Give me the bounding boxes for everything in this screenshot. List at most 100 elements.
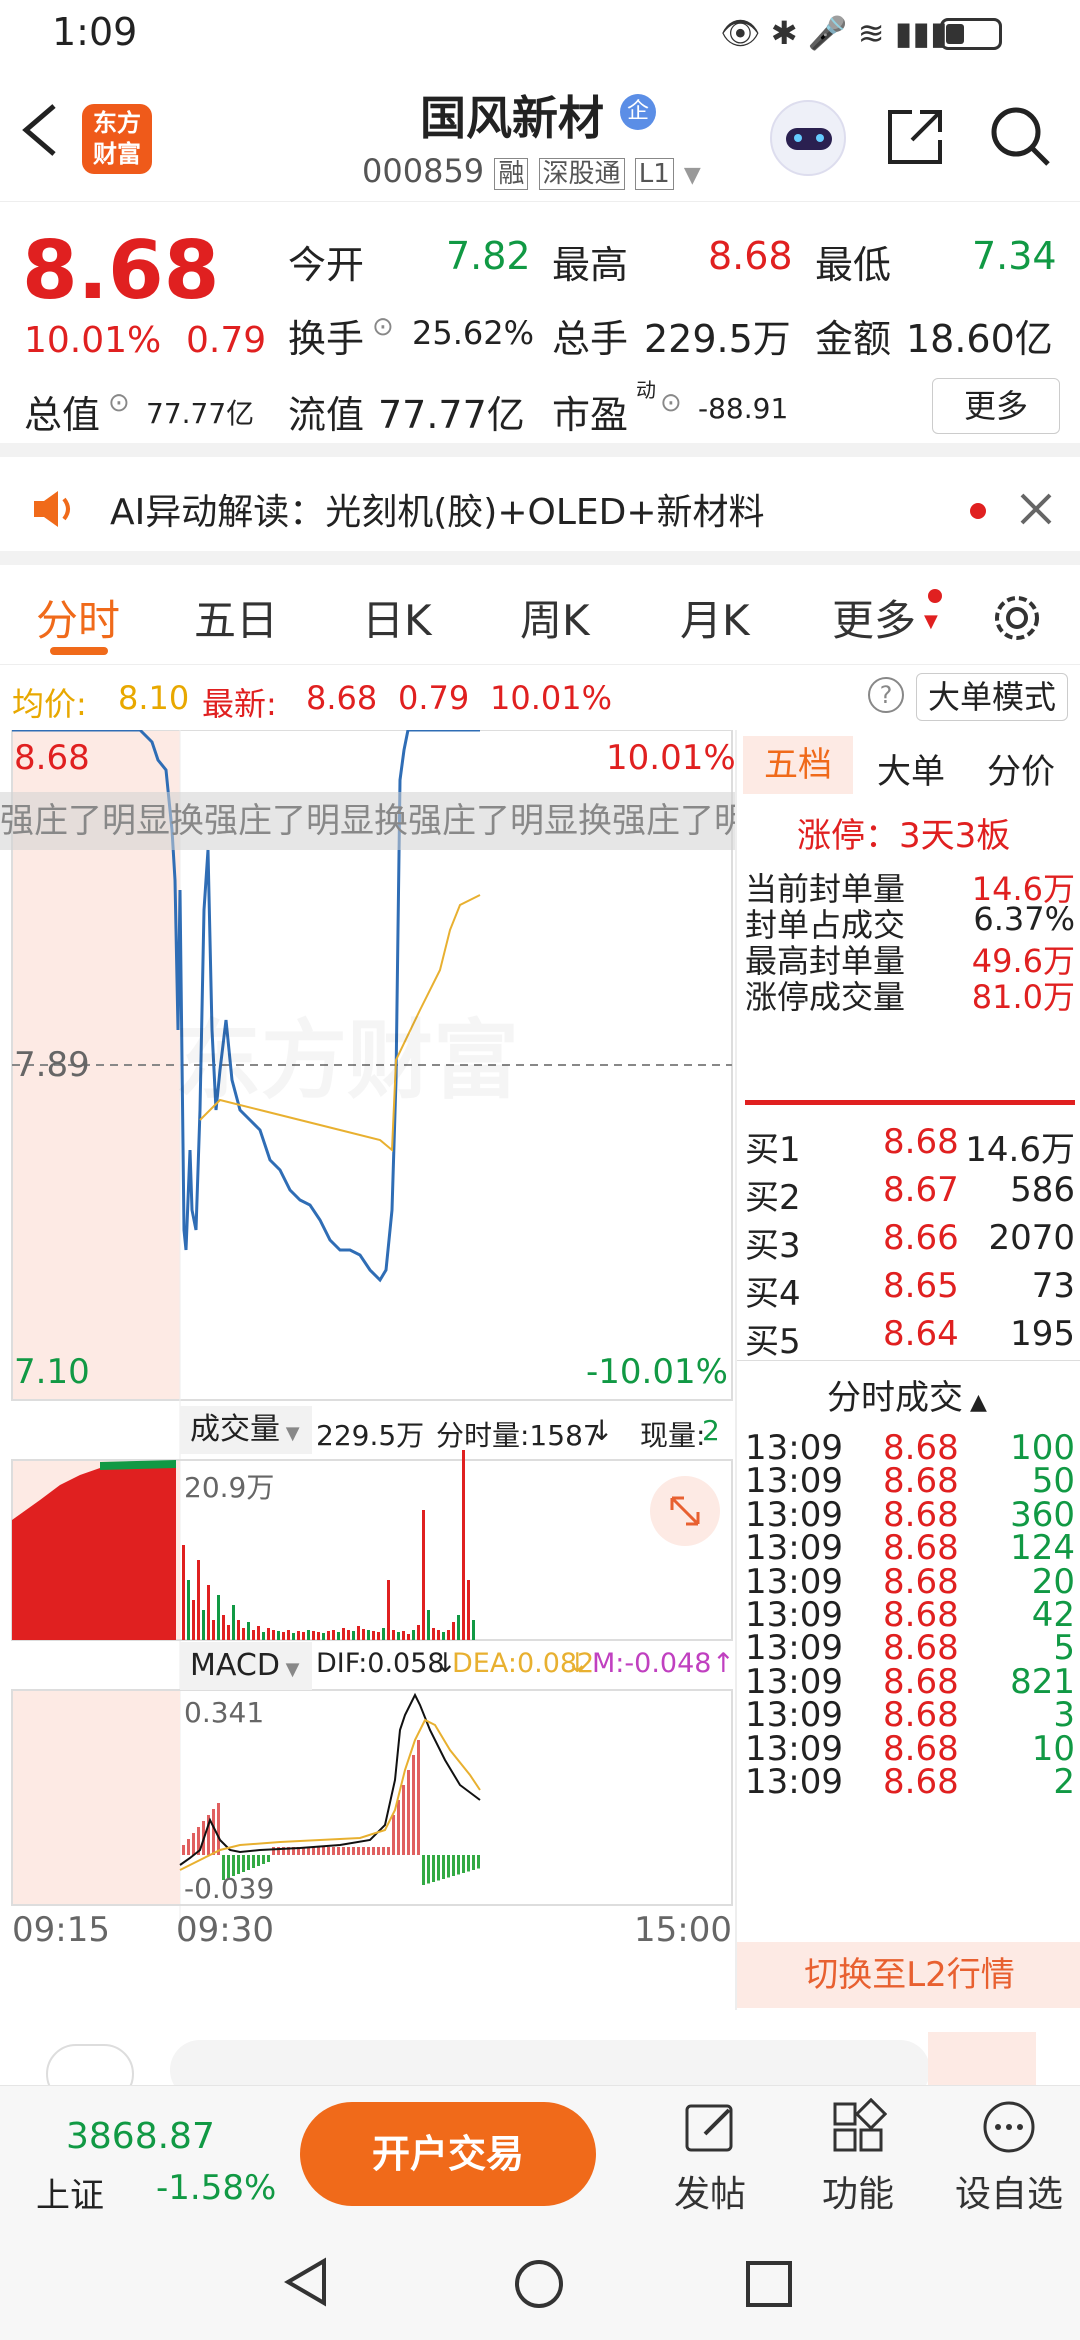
macd-bar: [367, 1847, 370, 1855]
ai-insight-bar[interactable]: AI异动解读：光刻机(胶)+OLED+新材料: [0, 457, 1080, 565]
volume-bar: [302, 1632, 305, 1640]
switch-l2-button[interactable]: 切换至L2行情: [737, 1942, 1080, 2008]
volume-bar: [412, 1630, 415, 1640]
macd-bar: [272, 1847, 275, 1855]
info-icon[interactable]: ⊙: [108, 388, 130, 418]
open-account-trade-button[interactable]: 开户交易: [300, 2102, 596, 2206]
big-order-mode-button[interactable]: 大单模式: [916, 673, 1068, 721]
macd-bar: [467, 1855, 470, 1872]
macd-bottom: -0.039: [184, 1872, 275, 1905]
macd-indicator-select[interactable]: MACD ▼: [180, 1642, 312, 1690]
volume-bar: [457, 1615, 460, 1640]
volume-bar: [382, 1628, 385, 1640]
volume-bar: [252, 1630, 255, 1640]
tab-intraday[interactable]: 分时: [36, 587, 120, 648]
stock-name: 国风新材: [420, 91, 604, 145]
volume-bar: [462, 1450, 465, 1640]
volume-bar: [292, 1633, 295, 1640]
time-close: 15:00: [634, 1910, 732, 1950]
trades-title[interactable]: 分时成交 ▲: [827, 1370, 987, 1419]
bid-row: 买4 8.65 73: [745, 1266, 1075, 1314]
nav-back-icon[interactable]: [282, 2257, 332, 2307]
pe-value: -88.91: [698, 392, 789, 425]
volume-bar: [452, 1622, 455, 1640]
macd-bar: [422, 1855, 425, 1885]
back-icon[interactable]: [18, 100, 62, 160]
stock-code: 000859 融 深股通 L1 ▼: [362, 152, 701, 190]
volume-bar: [337, 1632, 340, 1640]
volume-bar: [182, 1545, 185, 1640]
volume-value: 229.5万: [644, 317, 791, 361]
volume-bar: [387, 1580, 390, 1640]
search-icon[interactable]: [988, 104, 1052, 168]
status-time: 1:09: [52, 10, 138, 54]
volume-bar: [272, 1630, 275, 1640]
volume-bar: [197, 1560, 200, 1640]
m-value: M:-0.048: [592, 1648, 712, 1679]
volume-bar: [212, 1620, 215, 1640]
info-icon[interactable]: ⊙: [660, 388, 682, 418]
high-label: 最高: [552, 243, 629, 287]
macd-histogram: [182, 1740, 480, 1885]
volume-bar: [472, 1620, 475, 1640]
volume-bar: [312, 1631, 315, 1640]
mcap-value: 77.77亿: [146, 397, 255, 430]
volume-now-label: 现量:: [640, 1419, 706, 1452]
volume-bar: [277, 1631, 280, 1640]
open-label: 今开: [288, 243, 365, 287]
functions-button[interactable]: 功能: [808, 2097, 908, 2217]
volume-now: 2: [702, 1414, 720, 1447]
help-icon[interactable]: ?: [868, 677, 904, 713]
nav-home-icon[interactable]: [512, 2257, 566, 2311]
macd-bar: [182, 1845, 185, 1855]
danmaku-toggle[interactable]: [928, 2032, 1036, 2092]
index-name: 上证: [36, 2176, 104, 2216]
tab-five-level[interactable]: 五档: [743, 736, 853, 794]
volume-bar: [307, 1630, 310, 1640]
macd-bar: [247, 1855, 250, 1870]
more-caret: ▼: [924, 611, 938, 632]
tab-5day[interactable]: 五日: [194, 587, 278, 648]
post-button[interactable]: 发帖: [660, 2098, 760, 2217]
volume-minute: 分时量:1587: [436, 1419, 601, 1452]
tab-price-dist[interactable]: 分价: [987, 744, 1055, 793]
index-value: 3868.87: [66, 2116, 215, 2157]
system-nav-bar: [0, 2225, 1080, 2340]
expand-icon[interactable]: [650, 1476, 720, 1546]
tab-more[interactable]: 更多: [832, 587, 916, 648]
macd-bar: [372, 1847, 375, 1855]
nav-recents-icon[interactable]: [744, 2259, 794, 2309]
index-pct: -1.58%: [156, 2168, 277, 2208]
info-icon[interactable]: ⊙: [372, 312, 394, 342]
pe-label: 市盈: [552, 393, 629, 437]
pct-axis-top: 10.01%: [606, 738, 736, 778]
volume-bar: [427, 1610, 430, 1640]
add-watchlist-button[interactable]: 设自选: [954, 2098, 1064, 2217]
macd-bar: [322, 1847, 325, 1855]
tab-daily-k[interactable]: 日K: [362, 587, 432, 648]
volume-total: 229.5万: [316, 1419, 425, 1452]
stock-header: 东方 财富 国风新材 企 000859 融 深股通 L1 ▼: [0, 72, 1080, 202]
robot-avatar[interactable]: [770, 100, 846, 176]
tab-monthly-k[interactable]: 月K: [680, 587, 750, 648]
share-icon[interactable]: [884, 106, 946, 168]
open-value: 7.82: [446, 234, 531, 278]
more-button[interactable]: 更多: [932, 378, 1060, 434]
latest-pct: 10.01%: [490, 679, 613, 717]
intraday-chart-panel[interactable]: 8.68 10.01% 7.89 7.10 -10.01% 强庄了明显换强庄了明…: [0, 730, 736, 2010]
amount-value: 18.60亿: [906, 317, 1053, 361]
close-icon[interactable]: [1016, 489, 1056, 529]
volume-indicator-select[interactable]: 成交量 ▼: [180, 1406, 312, 1454]
status-bar: 1:09 👁 ✱ 🎤 ≋ ▮▮▮: [0, 0, 1080, 72]
volume-bar: [347, 1630, 350, 1640]
settings-gear-icon[interactable]: [990, 591, 1044, 645]
volume-bar: [372, 1631, 375, 1640]
macd-bar: [427, 1855, 430, 1884]
edit-icon: [685, 2104, 733, 2152]
volume-label: 总手: [552, 317, 629, 361]
pe-dynamic: 动: [636, 378, 656, 402]
tab-weekly-k[interactable]: 周K: [520, 587, 590, 648]
macd-bar: [352, 1847, 355, 1855]
macd-bar: [337, 1847, 340, 1855]
tab-big-order[interactable]: 大单: [877, 744, 945, 793]
